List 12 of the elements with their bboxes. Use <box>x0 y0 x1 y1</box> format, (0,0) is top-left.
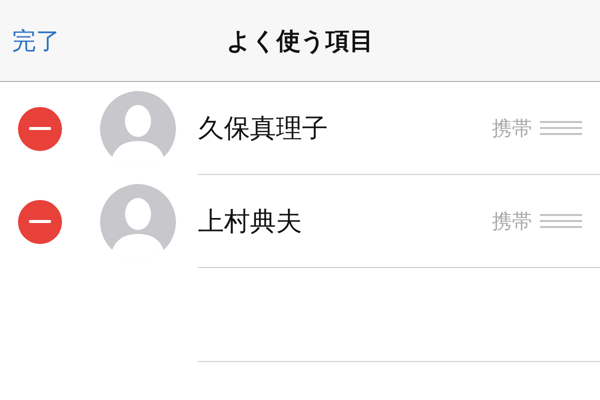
delete-button[interactable] <box>18 106 62 150</box>
reorder-handle-icon[interactable] <box>540 121 582 135</box>
contact-name: 上村典夫 <box>198 206 303 238</box>
contact-name: 久保真理子 <box>198 112 329 146</box>
phone-type-label: 携帯 <box>492 114 532 142</box>
avatar-icon <box>100 90 176 166</box>
avatar-icon <box>100 184 176 260</box>
phone-type-label: 携帯 <box>492 208 532 234</box>
screen-title: よく使う項目 <box>226 26 374 56</box>
reorder-handle-icon[interactable] <box>540 214 582 228</box>
delete-button[interactable] <box>18 200 62 244</box>
done-button[interactable]: 完了 <box>12 24 60 56</box>
